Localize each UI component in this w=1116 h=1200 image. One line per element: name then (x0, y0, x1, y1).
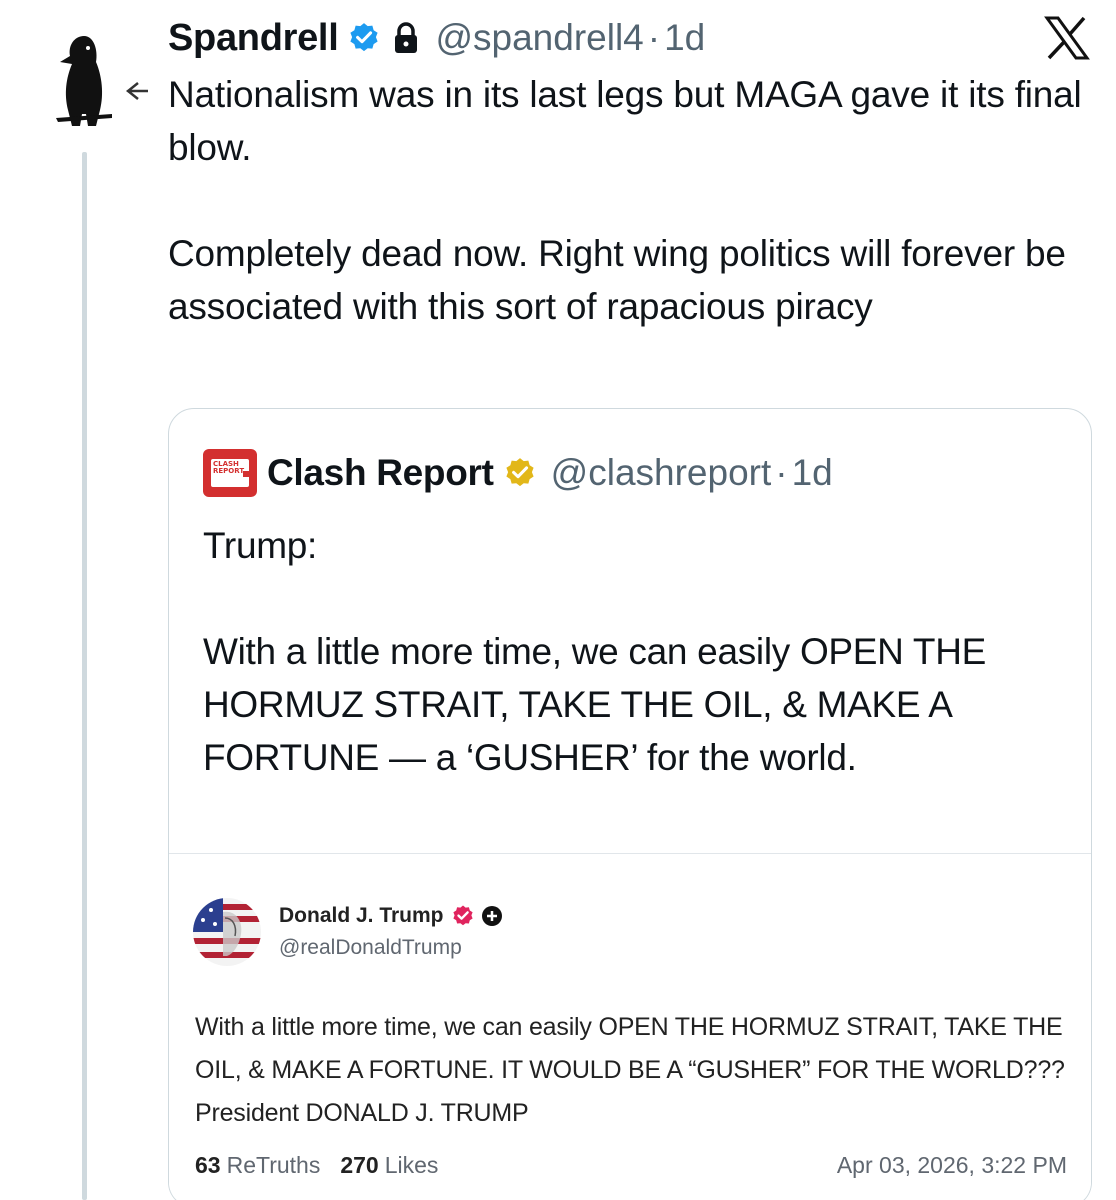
verified-badge-icon (350, 23, 379, 52)
quote-paragraph: With a little more time, we can easily O… (203, 631, 987, 778)
separator-dot: · (647, 17, 661, 58)
quote-paragraph: Trump: (203, 525, 318, 566)
quote-text: Trump: With a little more time, we can e… (203, 519, 1063, 784)
tweet-text: Nationalism was in its last legs but MAG… (168, 68, 1088, 333)
lock-icon (395, 22, 418, 53)
retruths-label: ReTruths (226, 1151, 321, 1178)
tweet-paragraph: Completely dead now. Right wing politics… (168, 233, 1066, 327)
author-avatar[interactable] (36, 18, 132, 138)
quote-author-handle[interactable]: @clashreport (551, 452, 772, 494)
embedded-name-row: Donald J. Trump (279, 902, 503, 930)
embedded-post-text: With a little more time, we can easily O… (195, 1013, 1065, 1127)
separator-dot: · (775, 452, 788, 493)
embedded-author-handle: @realDonaldTrump (279, 936, 462, 959)
likes-count: 270 (340, 1151, 379, 1178)
x-logo-icon (1044, 16, 1090, 60)
embedded-post-image[interactable]: Donald J. Trump @realDonaldTrump With a … (169, 853, 1091, 1200)
quote-header: CLASH REPORT Clash Report @clashreport · … (203, 449, 833, 497)
quote-time[interactable]: 1d (792, 452, 833, 494)
embedded-avatar (193, 898, 261, 966)
truth-verified-badge-icon (452, 905, 473, 926)
quoted-tweet[interactable]: CLASH REPORT Clash Report @clashreport · … (168, 408, 1092, 1200)
likes-label: Likes (384, 1151, 439, 1178)
embedded-post-footer: 63 ReTruths 270 Likes Apr 03, 2026, 3:22… (195, 1150, 1067, 1180)
raven-avatar-icon (38, 32, 130, 126)
embedded-post-timestamp: Apr 03, 2026, 3:22 PM (836, 1151, 1067, 1178)
author-handle[interactable]: @spandrell4 (435, 17, 643, 59)
author-name[interactable]: Spandrell (168, 17, 339, 60)
embedded-author-name: Donald J. Trump (279, 904, 444, 927)
clash-report-logo[interactable]: CLASH REPORT (203, 449, 257, 497)
retruths-count: 63 (195, 1151, 221, 1178)
tweet-time[interactable]: 1d (664, 17, 705, 59)
logo-text: CLASH REPORT (213, 460, 245, 475)
quote-author-name[interactable]: Clash Report (267, 452, 494, 494)
tweet-paragraph: Nationalism was in its last legs but MAG… (168, 74, 1082, 168)
reply-arrow-icon (125, 82, 148, 100)
thread-line (82, 152, 87, 1200)
gold-verified-badge-icon (506, 458, 534, 487)
tweet-header: Spandrell @spandrell4 · 1d (168, 12, 705, 64)
plus-icon (481, 906, 502, 926)
